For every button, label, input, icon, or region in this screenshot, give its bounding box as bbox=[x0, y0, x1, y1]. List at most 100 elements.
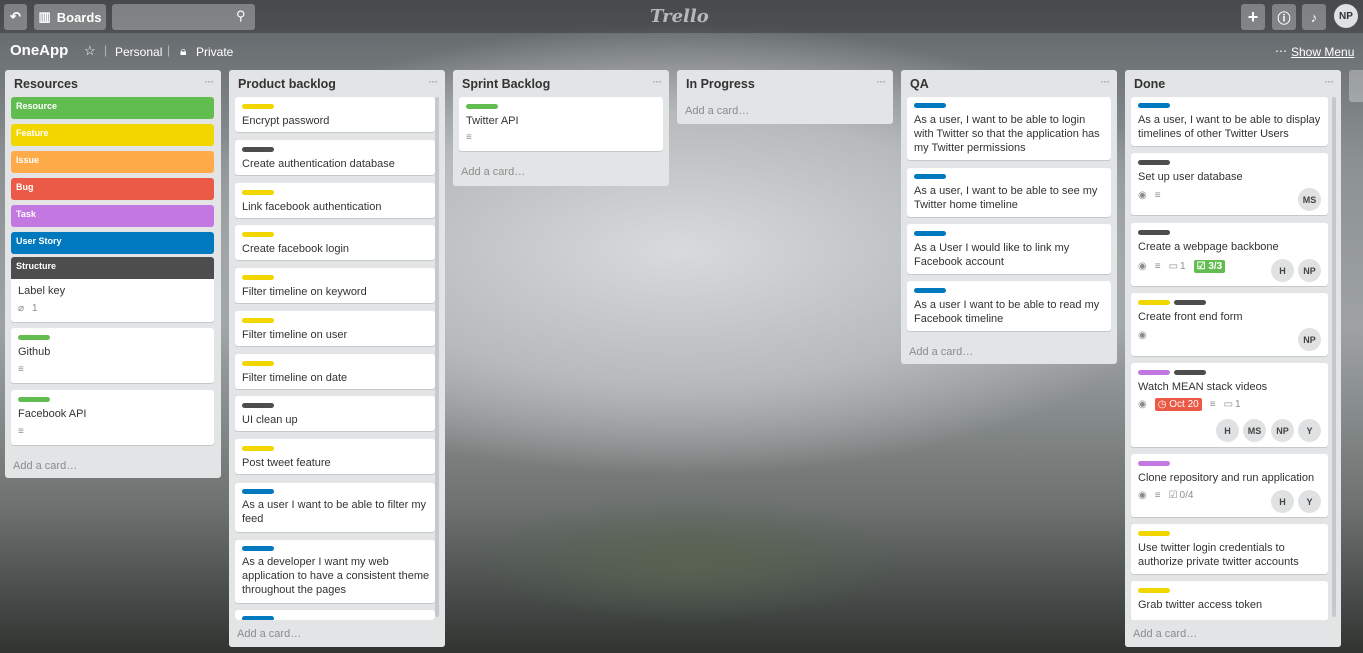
card-title: Encrypt password bbox=[242, 115, 330, 127]
description-icon: ≡ bbox=[18, 426, 24, 437]
card[interactable]: Create a webpage backbone ◉ ≡ ▭ 1 ☑ 3/3 H NP bbox=[1131, 223, 1328, 286]
add-card-button[interactable]: Add a card… bbox=[13, 460, 77, 472]
avatar[interactable]: MS bbox=[1298, 188, 1321, 211]
avatar[interactable]: NP bbox=[1271, 419, 1294, 442]
list-title[interactable]: Sprint Backlog bbox=[462, 77, 550, 91]
visibility-button[interactable]: Private bbox=[196, 45, 233, 59]
card-label bbox=[242, 446, 274, 451]
card[interactable]: As a user, I want to be able to login wi… bbox=[907, 97, 1111, 160]
add-card-button[interactable]: Add a card… bbox=[909, 346, 973, 358]
avatar[interactable]: H bbox=[1216, 419, 1239, 442]
card[interactable]: As a developer I want my web application… bbox=[235, 540, 435, 603]
list-menu-icon[interactable]: ··· bbox=[428, 74, 438, 88]
card[interactable]: Post tweet feature bbox=[235, 439, 435, 474]
card-title: Create front end form bbox=[1138, 311, 1243, 323]
card[interactable] bbox=[235, 610, 435, 621]
card-label bbox=[914, 288, 946, 293]
avatar[interactable]: MS bbox=[1243, 419, 1266, 442]
card[interactable]: Create authentication database bbox=[235, 140, 435, 175]
back-icon[interactable]: ↶ bbox=[4, 4, 27, 30]
add-card-button[interactable]: Add a card… bbox=[1133, 628, 1197, 640]
card[interactable]: Filter timeline on keyword bbox=[235, 268, 435, 303]
search-icon[interactable]: ⚲ bbox=[236, 8, 246, 24]
avatar[interactable]: Y bbox=[1298, 419, 1321, 442]
card-title: Set up user database bbox=[1138, 171, 1243, 183]
description-icon: ≡ bbox=[466, 132, 472, 143]
star-icon[interactable]: ☆ bbox=[84, 43, 96, 59]
card-label bbox=[1138, 300, 1170, 305]
card[interactable]: Use twitter login credentials to authori… bbox=[1131, 524, 1328, 574]
info-icon[interactable]: ⓘ bbox=[1272, 4, 1296, 30]
scrollbar[interactable] bbox=[1332, 97, 1336, 617]
search-input[interactable] bbox=[112, 4, 255, 30]
card[interactable]: Structure Label key ⌀ 1 bbox=[11, 257, 214, 322]
card[interactable]: Watch MEAN stack videos ◉ ◷ Oct 20 ≡ ▭ 1 H M… bbox=[1131, 363, 1328, 447]
list-menu-icon[interactable]: ··· bbox=[204, 74, 214, 88]
card[interactable]: Link facebook authentication bbox=[235, 183, 435, 218]
list-title[interactable]: Product backlog bbox=[238, 77, 336, 91]
list-title[interactable]: QA bbox=[910, 77, 929, 91]
list-resources: Resources ··· Resource Feature Issue Bug… bbox=[5, 70, 221, 478]
avatar[interactable]: NP bbox=[1298, 328, 1321, 351]
card-label bbox=[18, 397, 50, 402]
show-menu-button[interactable]: Show Menu bbox=[1291, 45, 1354, 59]
card-title: Watch MEAN stack videos bbox=[1138, 381, 1268, 393]
list-menu-icon[interactable]: ··· bbox=[1324, 74, 1334, 88]
card[interactable]: As a User I would like to link my Facebo… bbox=[907, 224, 1111, 274]
team-button[interactable]: Personal bbox=[115, 45, 162, 59]
card-title: As a user, I want to be able to display … bbox=[1138, 114, 1321, 140]
card[interactable]: Twitter API ≡ bbox=[459, 97, 663, 151]
board-title[interactable]: OneApp bbox=[10, 42, 68, 59]
avatar[interactable]: NP bbox=[1298, 259, 1321, 282]
card[interactable]: Facebook API ≡ bbox=[11, 390, 214, 445]
list-title[interactable]: Done bbox=[1134, 77, 1165, 91]
list-qa: QA ··· As a user, I want to be able to l… bbox=[901, 70, 1117, 364]
add-card-button[interactable]: Add a card… bbox=[685, 105, 749, 117]
bell-icon[interactable]: ♪ bbox=[1302, 4, 1326, 30]
list-title[interactable]: Resources bbox=[14, 77, 78, 91]
card[interactable]: As a user, I want to be able to see my T… bbox=[907, 168, 1111, 217]
add-card-button[interactable]: Add a card… bbox=[237, 628, 301, 640]
card[interactable]: Filter timeline on date bbox=[235, 354, 435, 389]
avatar[interactable]: Y bbox=[1298, 490, 1321, 513]
list-menu-icon[interactable]: ··· bbox=[876, 74, 886, 88]
label-feature: Feature bbox=[11, 124, 214, 146]
list-menu-icon[interactable]: ··· bbox=[652, 74, 662, 88]
card[interactable]: Create front end form ◉ NP bbox=[1131, 293, 1328, 356]
add-icon[interactable]: + bbox=[1241, 4, 1265, 30]
list-done: Done ··· As a user, I want to be able to… bbox=[1125, 70, 1341, 647]
card[interactable]: Encrypt password bbox=[235, 97, 435, 132]
checklist-badge: ☑ 3/3 bbox=[1193, 260, 1226, 273]
description-icon: ≡ bbox=[1154, 261, 1161, 272]
list-title[interactable]: In Progress bbox=[686, 77, 755, 91]
card[interactable]: As a user I want to be able to read my F… bbox=[907, 281, 1111, 331]
card-label bbox=[242, 318, 274, 323]
add-card-button[interactable]: Add a card… bbox=[461, 166, 525, 178]
eye-icon: ◉ bbox=[1138, 490, 1147, 501]
card[interactable]: UI clean up bbox=[235, 396, 435, 431]
card-label bbox=[914, 103, 946, 108]
trello-logo[interactable]: Trello bbox=[650, 6, 709, 27]
card[interactable]: As a user, I want to be able to display … bbox=[1131, 97, 1328, 146]
divider: | bbox=[104, 43, 108, 57]
card-label bbox=[242, 403, 274, 408]
avatar[interactable]: H bbox=[1271, 259, 1294, 282]
add-list-button[interactable] bbox=[1349, 70, 1363, 102]
avatar[interactable]: H bbox=[1271, 490, 1294, 513]
card-label bbox=[18, 335, 50, 340]
card[interactable]: Filter timeline on user bbox=[235, 311, 435, 346]
card-label bbox=[1138, 461, 1170, 466]
boards-button[interactable]: ▥ Boards bbox=[34, 4, 106, 30]
avatar[interactable]: NP bbox=[1334, 4, 1358, 28]
eye-icon: ◉ bbox=[1138, 330, 1147, 341]
card[interactable]: Clone repository and run application ◉ ≡ ☑… bbox=[1131, 454, 1328, 517]
card[interactable]: Grab twitter access token bbox=[1131, 581, 1328, 621]
card-title: As a developer I want my web application… bbox=[242, 556, 430, 596]
list-menu-icon[interactable]: ··· bbox=[1100, 74, 1110, 88]
card-title: Filter timeline on keyword bbox=[242, 286, 367, 298]
card[interactable]: Create facebook login bbox=[235, 225, 435, 260]
card[interactable]: Set up user database ◉ ≡ MS bbox=[1131, 153, 1328, 215]
card[interactable]: Github ≡ bbox=[11, 328, 214, 383]
card[interactable]: As a user I want to be able to filter my… bbox=[235, 483, 435, 532]
scrollbar[interactable] bbox=[435, 97, 439, 617]
